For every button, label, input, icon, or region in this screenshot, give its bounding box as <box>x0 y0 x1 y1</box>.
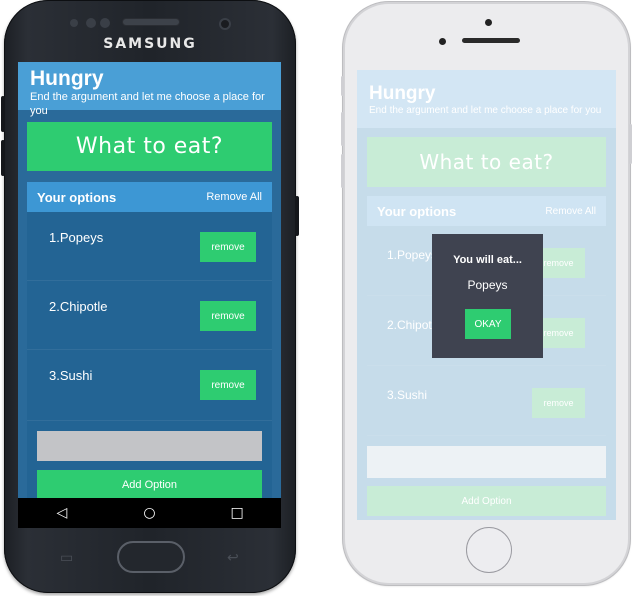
recent-softkey-icon[interactable]: ▭ <box>60 550 73 566</box>
spacer <box>18 110 281 122</box>
earpiece-speaker <box>122 18 180 26</box>
remove-button[interactable]: remove <box>200 370 256 400</box>
what-to-eat-button[interactable]: What to eat? <box>27 122 272 171</box>
remove-button[interactable]: remove <box>200 232 256 262</box>
volume-up-key <box>341 112 344 146</box>
option-label: 2.Chipotle <box>49 299 108 314</box>
option-label: 3.Sushi <box>49 368 93 383</box>
iphone-screen: Hungry End the argument and let me choos… <box>357 70 616 520</box>
brand-logo: SAMSUNG <box>103 36 197 52</box>
options-panel: Your options Remove All 1.Popeys remove … <box>27 182 272 498</box>
options-header: Your options Remove All <box>367 196 606 226</box>
samsung-screen: Hungry End the argument and let me choos… <box>18 62 281 498</box>
app-title: Hungry <box>30 67 104 90</box>
back-icon[interactable]: ◁ <box>42 505 82 521</box>
app-title: Hungry <box>369 83 436 104</box>
options-header: Your options Remove All <box>27 182 272 212</box>
volume-down-key <box>1 140 5 176</box>
dialog-result: Popeys <box>467 278 508 292</box>
iphone: Hungry End the argument and let me choos… <box>341 2 632 585</box>
remove-button[interactable]: remove <box>200 301 256 331</box>
home-button[interactable] <box>466 527 512 573</box>
samsung-top-bezel: SAMSUNG <box>4 0 296 64</box>
options-title: Your options <box>377 203 457 219</box>
stage: SAMSUNG Hungry End the argument and let … <box>0 0 636 596</box>
add-option-button[interactable]: Add Option <box>37 470 262 498</box>
option-row: 3.Sushi remove <box>27 350 272 421</box>
new-option-input[interactable] <box>37 431 262 461</box>
power-key <box>629 124 632 164</box>
back-softkey-icon[interactable]: ↩ <box>227 550 239 566</box>
add-option-area: Add Option <box>27 421 272 498</box>
okay-button[interactable]: OKAY <box>465 309 511 339</box>
dialog-title: You will eat... <box>453 254 522 266</box>
mute-switch <box>341 76 344 96</box>
option-row: 3.Sushi remove <box>367 366 606 436</box>
proximity-sensor <box>485 19 492 26</box>
app-subtitle: End the argument and let me choose a pla… <box>369 105 602 116</box>
add-option-area: Add Option <box>367 436 606 516</box>
options-title: Your options <box>37 189 117 205</box>
app-header: Hungry End the argument and let me choos… <box>357 70 616 128</box>
front-camera-icon <box>439 38 446 45</box>
sensor-dot <box>100 18 110 28</box>
remove-all-button[interactable]: Remove All <box>206 191 262 203</box>
option-label: 1.Popeys <box>49 230 104 245</box>
power-key <box>295 196 299 236</box>
volume-up-key <box>1 96 5 132</box>
earpiece-speaker <box>462 38 520 43</box>
add-option-button[interactable]: Add Option <box>367 486 606 516</box>
new-option-input[interactable] <box>367 446 606 478</box>
option-row: 2.Chipotle remove <box>27 281 272 350</box>
result-dialog: You will eat... Popeys OKAY <box>432 234 543 358</box>
front-camera-icon <box>219 18 231 30</box>
sensor-dot <box>70 19 78 27</box>
android-nav-bar: ◁ ○ □ <box>18 498 281 528</box>
physical-home-button[interactable] <box>117 541 185 573</box>
app-header: Hungry End the argument and let me choos… <box>18 62 281 117</box>
sensor-dot <box>86 18 96 28</box>
home-icon[interactable]: ○ <box>129 505 169 521</box>
option-label: 1.Popeys <box>387 248 438 262</box>
recent-apps-icon[interactable]: □ <box>217 505 257 521</box>
option-label: 3.Sushi <box>387 388 428 402</box>
option-row: 1.Popeys remove <box>27 212 272 281</box>
volume-down-key <box>341 154 344 188</box>
remove-all-button[interactable]: Remove All <box>545 206 596 217</box>
what-to-eat-button[interactable]: What to eat? <box>367 137 606 187</box>
samsung-phone: SAMSUNG Hungry End the argument and let … <box>1 0 299 593</box>
remove-button[interactable]: remove <box>532 388 585 418</box>
